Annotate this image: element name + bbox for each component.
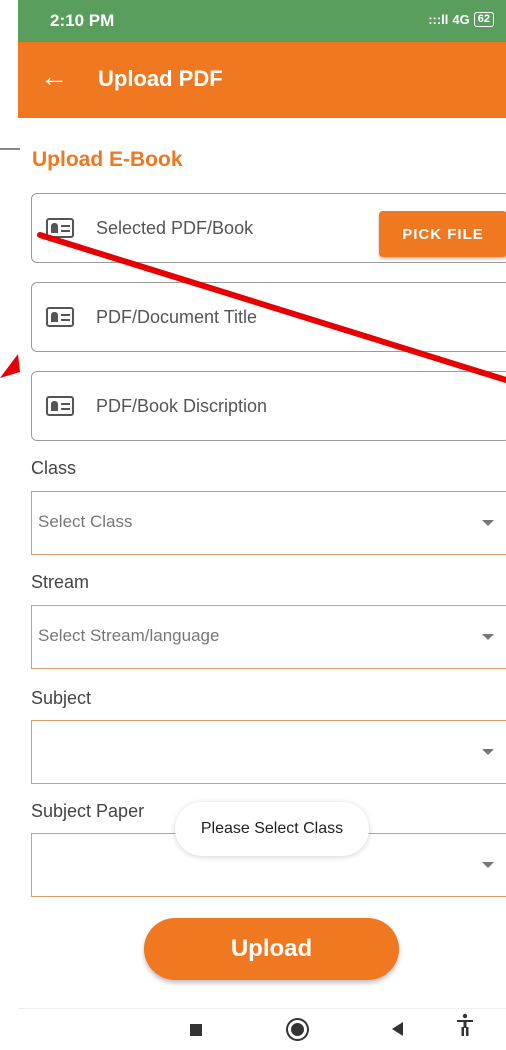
dropdown-arrow-icon xyxy=(482,862,494,868)
battery-icon: 62 xyxy=(473,12,494,27)
divider-line xyxy=(0,148,20,150)
class-select-value: Select Class xyxy=(38,512,133,531)
upload-button[interactable]: Upload xyxy=(144,918,399,980)
recents-square-icon[interactable] xyxy=(190,1024,202,1036)
class-select[interactable]: Select Class xyxy=(31,491,506,555)
home-circle-icon[interactable] xyxy=(288,1020,307,1039)
stream-select[interactable]: Select Stream/language xyxy=(31,605,506,669)
back-arrow-icon[interactable]: ← xyxy=(40,60,68,94)
contact-card-icon xyxy=(46,218,74,238)
title-placeholder: PDF/Document Title xyxy=(96,307,258,327)
contact-card-icon xyxy=(46,307,74,327)
navigation-bar xyxy=(18,1008,506,1050)
system-icons: :::ll 4G 62 xyxy=(428,12,494,27)
form-heading: Upload E-Book xyxy=(32,148,183,171)
stream-select-value: Select Stream/language xyxy=(38,626,220,645)
selected-file-label: Selected PDF/Book xyxy=(96,218,254,238)
status-time: 2:10 PM xyxy=(50,11,115,30)
toast-message: Please Select Class xyxy=(175,802,369,856)
description-placeholder: PDF/Book Discription xyxy=(96,396,268,416)
dropdown-arrow-icon xyxy=(482,634,494,640)
network-type: 4G xyxy=(452,12,470,27)
accessibility-icon[interactable] xyxy=(456,1013,474,1037)
page-title: Upload PDF xyxy=(98,66,223,91)
dropdown-arrow-icon xyxy=(482,749,494,755)
subject-select[interactable] xyxy=(31,720,506,784)
back-triangle-icon[interactable] xyxy=(392,1022,403,1036)
description-field[interactable]: PDF/Book Discription xyxy=(31,371,506,441)
subject-paper-label: Subject Paper xyxy=(31,801,145,821)
class-label: Class xyxy=(31,458,77,478)
subject-label: Subject xyxy=(31,688,92,708)
dropdown-arrow-icon xyxy=(482,520,494,526)
pick-file-button[interactable]: PICK FILE xyxy=(379,211,506,257)
title-field[interactable]: PDF/Document Title xyxy=(31,282,506,352)
stream-label: Stream xyxy=(31,572,90,592)
status-bar: 2:10 PM :::ll 4G 62 xyxy=(18,0,506,42)
contact-card-icon xyxy=(46,396,74,416)
app-bar: ← Upload PDF xyxy=(18,42,506,118)
signal-icon: :::ll xyxy=(428,12,449,27)
